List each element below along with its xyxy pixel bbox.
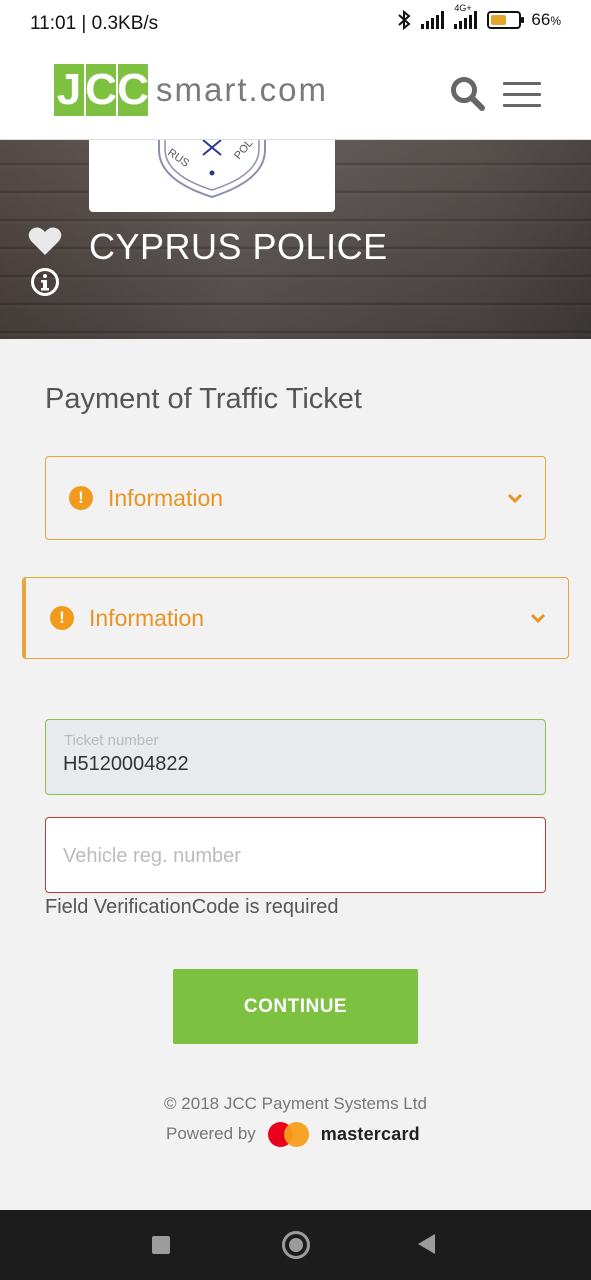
police-crest-icon: RUS POL	[158, 140, 266, 199]
cyprus-police-crest: RUS POL	[89, 140, 335, 212]
vehicle-reg-input[interactable]	[63, 842, 523, 870]
logo-letter: J	[54, 64, 84, 116]
battery-icon	[487, 11, 525, 29]
svg-text:RUS: RUS	[165, 147, 191, 170]
hero-banner: RUS POL CYPRUS POLICE	[0, 140, 591, 339]
warning-icon: !	[69, 486, 93, 510]
svg-text:POL: POL	[232, 140, 255, 162]
mastercard-wordmark: mastercard	[320, 1123, 420, 1144]
ticket-number-field[interactable]: Ticket number	[45, 719, 546, 795]
info-icon[interactable]	[30, 267, 60, 297]
ticket-number-label: Ticket number	[64, 732, 159, 749]
recent-apps-icon[interactable]	[152, 1236, 170, 1254]
information-accordion[interactable]: ! Information	[22, 577, 569, 659]
powered-by-label: Powered by	[166, 1124, 256, 1143]
logo-suffix: smart.com	[156, 71, 329, 108]
agency-title: CYPRUS POLICE	[89, 226, 388, 267]
battery-percent: 66%	[531, 10, 561, 29]
status-bar: 11:01 | 0.3KB/s 4G+ 66%	[0, 0, 591, 42]
status-icons: 4G+ 66%	[397, 3, 561, 30]
status-time: 11:01 | 0.3KB/s	[30, 13, 159, 34]
logo-letter: C	[85, 64, 117, 116]
powered-by: Powered by mastercard	[166, 1120, 420, 1148]
page-title: Payment of Traffic Ticket	[45, 383, 362, 415]
search-icon[interactable]	[450, 76, 486, 112]
chevron-down-icon	[507, 493, 523, 504]
accordion-label: Information	[108, 484, 224, 511]
mastercard-logo-icon	[267, 1120, 312, 1148]
back-icon[interactable]	[418, 1234, 435, 1254]
network-type-label: 4G+	[454, 3, 472, 13]
continue-button[interactable]: CONTINUE	[173, 969, 418, 1044]
signal-4g-icon: 4G+	[454, 3, 478, 29]
hamburger-menu-icon[interactable]	[503, 82, 541, 107]
copyright-text: © 2018 JCC Payment Systems Ltd	[164, 1094, 427, 1113]
vehicle-reg-field[interactable]	[45, 817, 546, 893]
android-nav-bar	[0, 1210, 591, 1280]
bluetooth-icon	[398, 10, 411, 30]
validation-error: Field VerificationCode is required	[45, 896, 339, 918]
ticket-number-input[interactable]	[63, 750, 523, 778]
warning-icon: !	[50, 606, 74, 630]
battery-level	[491, 15, 507, 25]
heart-icon[interactable]	[28, 226, 62, 256]
chevron-down-icon	[530, 613, 546, 624]
site-header: J C C smart.com	[0, 42, 591, 140]
home-icon[interactable]	[282, 1231, 310, 1259]
logo-letter: C	[117, 64, 149, 116]
information-accordion[interactable]: ! Information	[45, 456, 546, 540]
jcc-smart-logo[interactable]: J C C smart.com	[54, 64, 328, 116]
signal-icon	[421, 11, 445, 29]
accordion-label: Information	[89, 604, 205, 631]
